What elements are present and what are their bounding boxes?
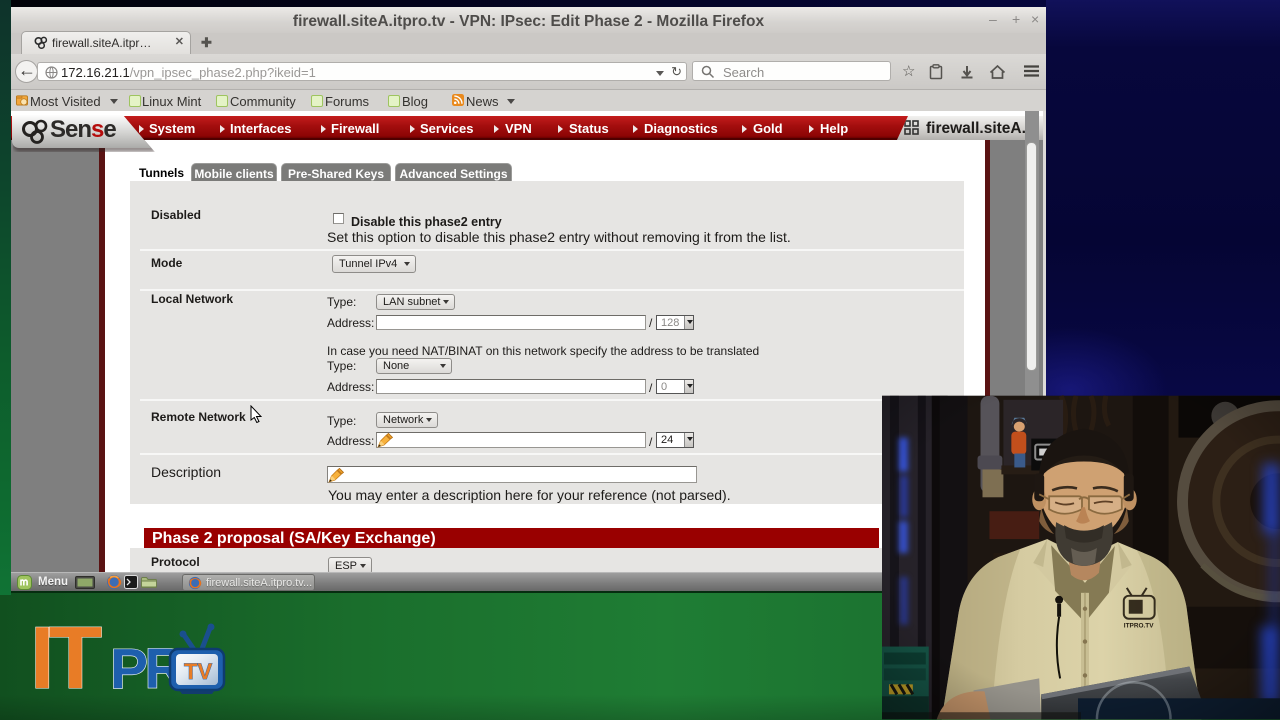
svg-text:TV: TV [184, 659, 212, 684]
svg-text:IT: IT [30, 608, 101, 707]
